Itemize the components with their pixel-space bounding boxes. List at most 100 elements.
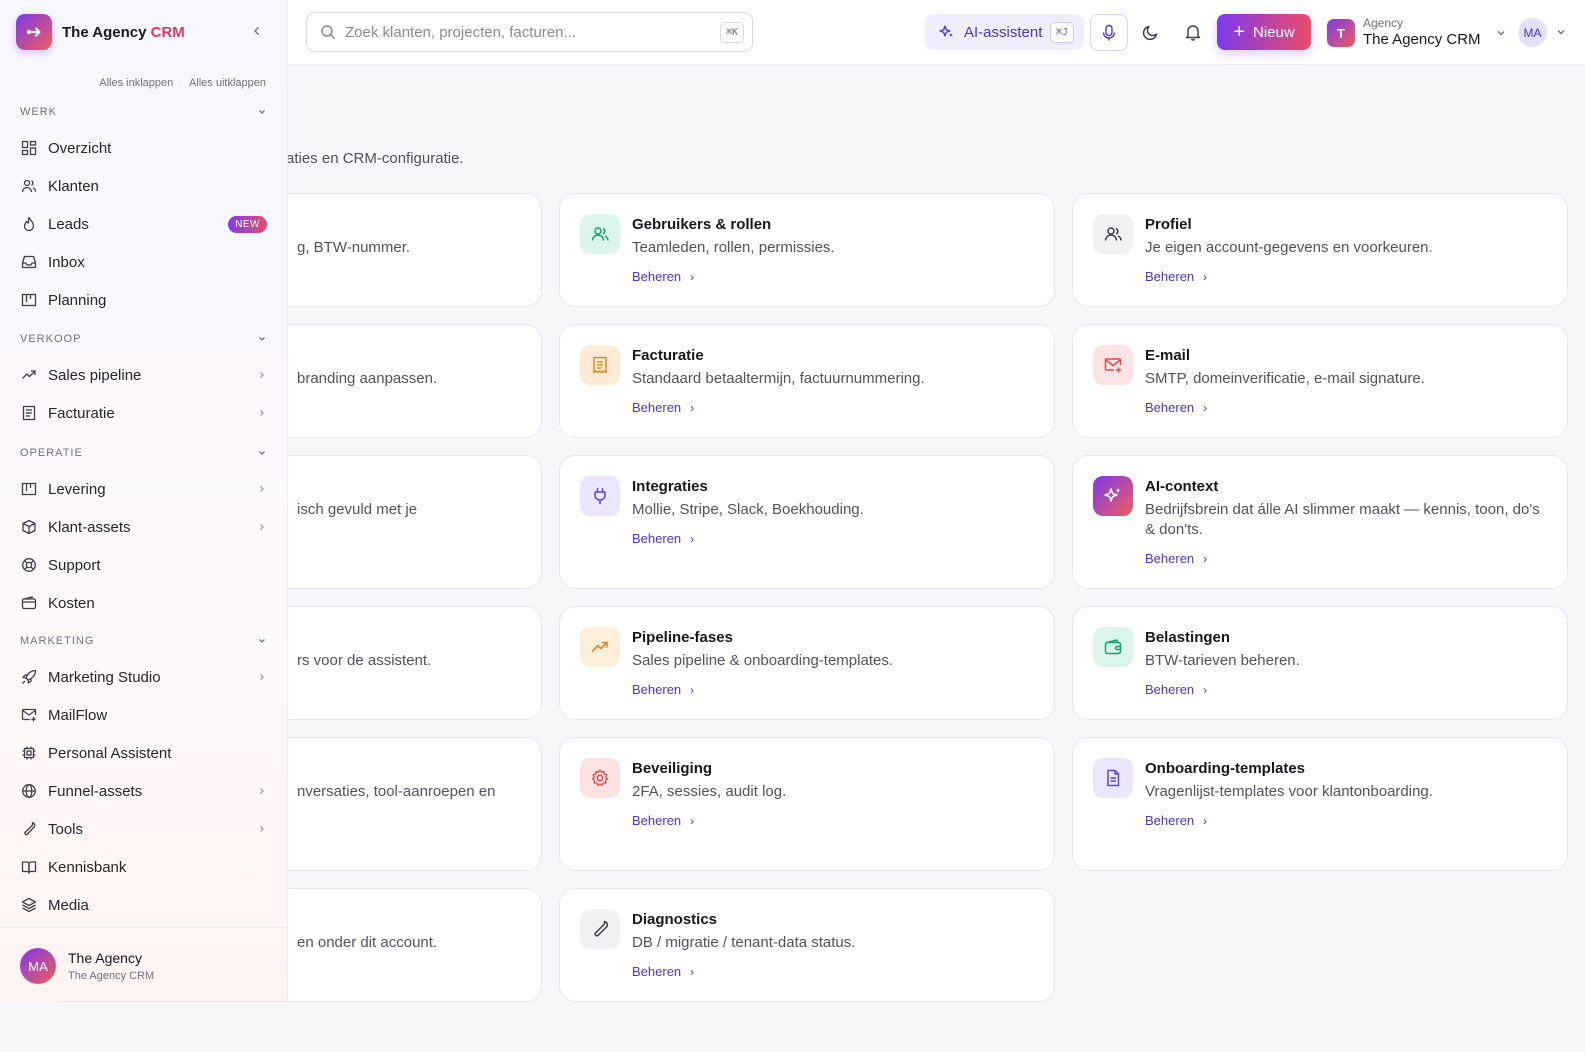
nav-item-support[interactable]: Support <box>20 551 267 579</box>
section-operatie[interactable]: OPERATIE <box>20 447 267 459</box>
manage-link[interactable]: Beheren › <box>1145 400 1207 415</box>
manage-link[interactable]: Beheren › <box>632 400 694 415</box>
manage-link-label: Beheren <box>1145 682 1195 697</box>
nav-item-tools[interactable]: Tools <box>20 815 267 843</box>
chevron-right-icon: › <box>690 400 695 415</box>
nav-label: Klant-assets <box>48 518 131 536</box>
new-badge: NEW <box>228 215 267 233</box>
tenant-avatar: T <box>1327 19 1355 47</box>
settings-card-onboarding[interactable]: Onboarding-templates Vragenlijst-templat… <box>1072 737 1568 871</box>
user-menu-chevron-icon[interactable] <box>1555 26 1567 38</box>
nav-item-mailflow[interactable]: MailFlow <box>20 701 267 729</box>
nav-label: Overzicht <box>48 139 112 157</box>
nav-item-sales-pipeline[interactable]: Sales pipeline <box>20 361 267 389</box>
search-icon <box>320 24 336 40</box>
manage-link-label: Beheren <box>1145 269 1195 284</box>
card-title: Onboarding-templates <box>1145 760 1306 777</box>
card-title: Profiel <box>1145 216 1192 233</box>
manage-link[interactable]: Beheren › <box>1145 682 1207 697</box>
lifebuoy-icon <box>20 556 38 574</box>
chevron-down-icon <box>257 107 267 117</box>
manage-link[interactable]: Beheren › <box>632 269 694 284</box>
sidebar-account[interactable]: MA The Agency The Agency CRM <box>0 927 288 1001</box>
nav-label: Marketing Studio <box>48 668 161 686</box>
manage-link[interactable]: Beheren › <box>632 964 694 979</box>
nav-label: Sales pipeline <box>48 366 142 384</box>
card-description: en onder dit account. <box>297 934 438 951</box>
manage-link[interactable]: Beheren › <box>1145 269 1207 284</box>
notifications-button[interactable] <box>1175 14 1211 50</box>
settings-card-ai-context[interactable]: AI-context Bedrijfsbrein dat álle AI sli… <box>1072 455 1568 589</box>
chevron-right-icon: › <box>1203 813 1208 828</box>
collapse-sidebar-button[interactable] <box>250 24 264 38</box>
nav-item-klant-assets[interactable]: Klant-assets <box>20 513 267 541</box>
voice-input-button[interactable] <box>1090 14 1128 51</box>
settings-card-integraties[interactable]: Integraties Mollie, Stripe, Slack, Boekh… <box>559 455 1055 589</box>
card-description: Je eigen account-gegevens en voorkeuren. <box>1145 239 1433 256</box>
settings-card-profiel[interactable]: Profiel Je eigen account-gegevens en voo… <box>1072 193 1568 307</box>
plus-icon: + <box>1233 21 1245 43</box>
manage-link-label: Beheren <box>632 964 682 979</box>
nav-item-personal-assistent[interactable]: Personal Assistent <box>20 739 267 767</box>
nav-item-kosten[interactable]: Kosten <box>20 589 267 617</box>
card-title: Diagnostics <box>632 911 718 928</box>
settings-card-beveiliging[interactable]: Beveiliging 2FA, sessies, audit log. Beh… <box>559 737 1055 871</box>
nav-item-overzicht[interactable]: Overzicht <box>20 134 267 162</box>
account-avatar: MA <box>20 948 56 984</box>
settings-card-pipeline[interactable]: Pipeline-fases Sales pipeline & onboardi… <box>559 606 1055 720</box>
brand[interactable]: The Agency CRM <box>16 14 185 50</box>
wallet-icon <box>1093 627 1133 667</box>
nav-item-leads[interactable]: Leads NEW <box>20 210 267 238</box>
chevron-right-icon <box>257 824 267 834</box>
section-marketing[interactable]: MARKETING <box>20 635 267 647</box>
trending-up-icon <box>20 366 38 384</box>
mail-plus-icon <box>20 706 38 724</box>
settings-card-facturatie[interactable]: Facturatie Standaard betaaltermijn, fact… <box>559 324 1055 438</box>
book-open-icon <box>20 858 38 876</box>
section-label: MARKETING <box>20 635 95 647</box>
settings-card-email[interactable]: E-mail SMTP, domeinverificatie, e-mail s… <box>1072 324 1568 438</box>
manage-link[interactable]: Beheren › <box>632 682 694 697</box>
section-verkoop[interactable]: VERKOOP <box>20 333 267 345</box>
ai-assistant-button[interactable]: AI-assistent ⌘J <box>925 14 1084 50</box>
card-description: 2FA, sessies, audit log. <box>632 783 787 800</box>
nav-item-planning[interactable]: Planning <box>20 286 267 314</box>
collapse-all-link[interactable]: Alles inklappen <box>99 77 173 89</box>
nav-item-marketing-studio[interactable]: Marketing Studio <box>20 663 267 691</box>
settings-card-diagnostics[interactable]: Diagnostics DB / migratie / tenant-data … <box>559 888 1055 1002</box>
tenant-switcher[interactable]: T Agency The Agency CRM <box>1327 14 1507 52</box>
card-description: rs voor de assistent. <box>297 652 432 669</box>
card-description: nversaties, tool-aanroepen en <box>297 783 496 800</box>
chevron-right-icon <box>257 484 267 494</box>
brand-name-accent: CRM <box>150 23 185 41</box>
new-item-button[interactable]: + Nieuw <box>1217 14 1311 50</box>
nav-item-funnel-assets[interactable]: Funnel-assets <box>20 777 267 805</box>
user-avatar[interactable]: MA <box>1518 18 1547 47</box>
expand-all-link[interactable]: Alles uitklappen <box>189 77 266 89</box>
new-item-label: Nieuw <box>1253 23 1295 41</box>
theme-toggle-button[interactable] <box>1133 14 1169 50</box>
brand-name: The Agency CRM <box>62 24 185 41</box>
nav-item-kennisbank[interactable]: Kennisbank <box>20 853 267 881</box>
manage-link[interactable]: Beheren › <box>1145 551 1207 566</box>
nav-item-levering[interactable]: Levering <box>20 475 267 503</box>
card-title: Belastingen <box>1145 629 1231 646</box>
document-icon <box>1093 758 1133 798</box>
manage-link[interactable]: Beheren › <box>1145 813 1207 828</box>
card-description: DB / migratie / tenant-data status. <box>632 934 856 951</box>
section-label: WERK <box>20 106 57 118</box>
settings-card-gebruikers[interactable]: Gebruikers & rollen Teamleden, rollen, p… <box>559 193 1055 307</box>
receipt-icon <box>580 345 620 385</box>
manage-link[interactable]: Beheren › <box>632 531 694 546</box>
settings-card-belastingen[interactable]: Belastingen BTW-tarieven beheren. Behere… <box>1072 606 1568 720</box>
global-search-input[interactable]: Zoek klanten, projecten, facturen... ⌘K <box>306 12 753 52</box>
gear-icon <box>580 758 620 798</box>
nav-item-media[interactable]: Media <box>20 891 267 919</box>
section-werk[interactable]: WERK <box>20 106 267 118</box>
nav-item-facturatie[interactable]: Facturatie <box>20 399 267 427</box>
nav-item-inbox[interactable]: Inbox <box>20 248 267 276</box>
nav-item-klanten[interactable]: Klanten <box>20 172 267 200</box>
chevron-right-icon: › <box>690 682 695 697</box>
receipt-icon <box>20 404 38 422</box>
manage-link[interactable]: Beheren › <box>632 813 694 828</box>
